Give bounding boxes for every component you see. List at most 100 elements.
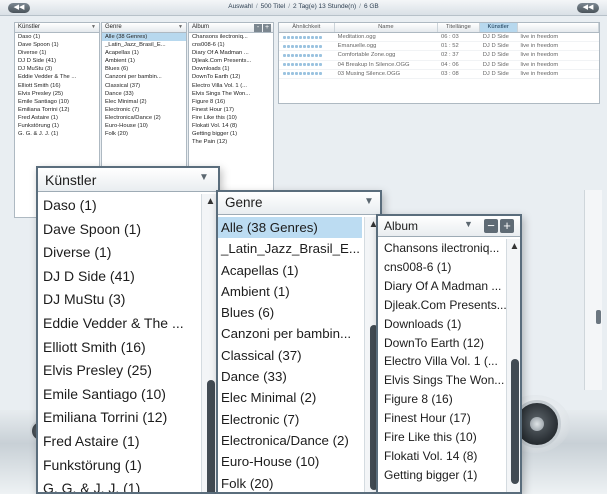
genre-list-item[interactable]: Ambient (1) [218, 281, 362, 302]
artist-list-item[interactable]: Fred Astaire (1) [15, 114, 99, 122]
album-list-item[interactable]: Figure 8 (16) [189, 98, 273, 106]
artist-list-item[interactable]: DJ MuStu (3) [43, 288, 184, 312]
album-list-item[interactable]: Flokati Vol. 14 (8) [384, 447, 507, 466]
album-list-item[interactable]: Elvis Sings The Won... [189, 90, 273, 98]
scroll-thumb[interactable] [596, 310, 601, 324]
album-column-header[interactable]: Album - + [189, 23, 273, 33]
album-dropdown[interactable]: Album ▼ − + [378, 216, 520, 237]
album-list-item[interactable]: Diary Of A Madman ... [384, 277, 507, 296]
genre-list-item[interactable]: Alle (38 Genres) [102, 33, 186, 42]
artist-list-item[interactable]: Funkstörung (1) [15, 122, 99, 130]
album-list-item[interactable]: Downloads (1) [189, 65, 273, 73]
artist-list-item[interactable]: G. G. & J. J. (1) [15, 130, 99, 138]
album-list-item[interactable]: Fire Like this (10) [189, 114, 273, 122]
album-list-item[interactable]: cns008-6 (1) [189, 41, 273, 49]
genre-list-item[interactable]: Electronic (7) [218, 409, 362, 430]
album-list-item[interactable]: Flokati Vol. 14 (8) [189, 122, 273, 130]
artist-list-item[interactable]: Elvis Presley (25) [43, 359, 184, 383]
artist-list-item[interactable]: Elliott Smith (16) [43, 336, 184, 360]
artist-list-item[interactable]: DJ D Side (41) [43, 265, 184, 289]
genre-list-item[interactable]: Ambient (1) [102, 57, 186, 65]
genre-list-item[interactable]: Classical (37) [218, 345, 362, 366]
minus-icon[interactable]: - [254, 24, 262, 32]
genre-list-item[interactable]: Folk (20) [102, 130, 186, 138]
album-list-item[interactable]: Getting bigger (1) [189, 130, 273, 138]
album-list-item[interactable]: Djleak.Com Presents... [384, 296, 507, 315]
album-list-item[interactable]: Electro Villa Vol. 1 (... [189, 82, 273, 90]
artist-list-item[interactable]: Emiliana Torrini (12) [15, 106, 99, 114]
genre-list-item[interactable]: Elec Minimal (2) [218, 387, 362, 408]
genre-list-item[interactable]: Dance (33) [218, 366, 362, 387]
artist-list-item[interactable]: DJ D Side (41) [15, 57, 99, 65]
artist-list-item[interactable]: Diverse (1) [43, 241, 184, 265]
genre-list-item[interactable]: Dance (33) [102, 90, 186, 98]
album-list-item[interactable]: Chansons ilectroniq... [384, 239, 507, 258]
genre-list-item[interactable]: Euro-House (10) [218, 451, 362, 472]
collapse-button[interactable]: ◀◀ [577, 3, 599, 13]
genre-list-item[interactable]: Electronic (7) [102, 106, 186, 114]
artist-list-item[interactable]: Daso (1) [43, 194, 184, 218]
column-similarity[interactable]: Ähnlichkeit [279, 23, 335, 32]
album-list-item[interactable]: Diary Of A Madman ... [189, 49, 273, 57]
column-artist[interactable]: Künstler [479, 23, 518, 32]
genre-dropdown[interactable]: Genre ▼ [218, 192, 380, 215]
album-list-item[interactable]: Figure 8 (16) [384, 390, 507, 409]
artist-list-item[interactable]: Funkstörung (1) [43, 454, 184, 478]
album-list-item[interactable]: Electro Villa Vol. 1 (... [384, 352, 507, 371]
scroll-thumb[interactable] [510, 359, 519, 484]
track-table[interactable]: Ähnlichkeit Name Titellänge Künstler Med… [278, 22, 600, 104]
artist-list-item[interactable]: Dave Spoon (1) [15, 41, 99, 49]
genre-list-item[interactable]: _Latin_Jazz_Brasil_E... [218, 238, 362, 259]
table-row[interactable]: Comfortable Zone.ogg 02 : 37 DJ D Side live… [279, 51, 599, 61]
artist-list-item[interactable]: DJ MuStu (3) [15, 65, 99, 73]
artist-list-item[interactable]: Elvis Presley (25) [15, 90, 99, 98]
genre-list-item[interactable]: Acapellas (1) [102, 49, 186, 57]
table-scrollbar[interactable] [596, 240, 601, 324]
genre-list-item[interactable]: Electronica/Dance (2) [102, 114, 186, 122]
genre-column-zoom[interactable]: Genre ▼ Alle (38 Genres) _Latin_Jazz_Bras… [216, 190, 382, 494]
artist-list-item[interactable]: Emiliana Torrini (12) [43, 406, 184, 430]
artist-list-item[interactable]: G. G. & J. J. (1) [43, 477, 184, 492]
genre-list-item[interactable]: Canzoni per bambin... [218, 323, 362, 344]
artist-list-item[interactable]: Fred Astaire (1) [43, 430, 184, 454]
minus-icon[interactable]: − [484, 219, 498, 233]
genre-list-item[interactable]: Euro-House (10) [102, 122, 186, 130]
scroll-up-arrow-icon[interactable]: ▲ [507, 241, 520, 252]
column-name[interactable]: Name [335, 23, 438, 32]
table-row[interactable]: Meditation.ogg 06 : 03 DJ D Side live in fr… [279, 33, 599, 43]
genre-list-item[interactable]: Blues (6) [102, 65, 186, 73]
album-scrollbar[interactable]: ▲ [506, 239, 520, 492]
artist-list-item[interactable]: Daso (1) [15, 33, 99, 41]
artist-list-item[interactable]: Eddie Vedder & The ... [15, 73, 99, 81]
genre-list-item[interactable]: Acapellas (1) [218, 260, 362, 281]
table-row[interactable]: 04 Breakup In Silence.OGG 04 : 06 DJ D Sid… [279, 61, 599, 70]
artist-list-item[interactable]: Eddie Vedder & The ... [43, 312, 184, 336]
genre-list-item[interactable]: Classical (37) [102, 82, 186, 90]
artist-column-header[interactable]: Künstler ▼ [15, 23, 99, 33]
genre-list-item[interactable]: _Latin_Jazz_Brasil_E... [102, 41, 186, 49]
artist-list-item[interactable]: Emile Santiago (10) [43, 383, 184, 407]
album-list-item[interactable]: DownTo Earth (12) [189, 73, 273, 81]
genre-list-item[interactable]: Alle (38 Genres) [218, 217, 362, 239]
column-length[interactable]: Titellänge [438, 23, 480, 32]
artist-dropdown[interactable]: Künstler ▼ [38, 168, 218, 192]
genre-list-item[interactable]: Canzoni per bambin... [102, 73, 186, 81]
genre-list-item[interactable]: Blues (6) [218, 302, 362, 323]
genre-list-item[interactable]: Elec Minimal (2) [102, 98, 186, 106]
table-row[interactable]: Emanuelle.ogg 01 : 52 DJ D Side live in fre… [279, 42, 599, 52]
album-column-zoom[interactable]: Album ▼ − + Chansons ilectroniq... cns008… [376, 214, 522, 494]
artist-list-item[interactable]: Dave Spoon (1) [43, 218, 184, 242]
scroll-thumb[interactable] [206, 380, 215, 492]
album-list-item[interactable]: Finest Hour (17) [384, 409, 507, 428]
plus-icon[interactable]: + [263, 24, 271, 32]
genre-column-header[interactable]: Genre ▼ [102, 23, 186, 33]
artist-list-item[interactable]: Emile Santiago (10) [15, 98, 99, 106]
album-list-item[interactable]: Getting bigger (1) [384, 466, 507, 485]
album-list-item[interactable]: Chansons ilectroniq... [189, 33, 273, 41]
artist-list-item[interactable]: Diverse (1) [15, 49, 99, 57]
artist-list-item[interactable]: Elliott Smith (16) [15, 82, 99, 90]
genre-list-item[interactable]: Folk (20) [218, 473, 362, 492]
plus-icon[interactable]: + [500, 219, 514, 233]
album-list-item[interactable]: Finest Hour (17) [189, 106, 273, 114]
album-list-item[interactable]: Downloads (1) [384, 315, 507, 334]
